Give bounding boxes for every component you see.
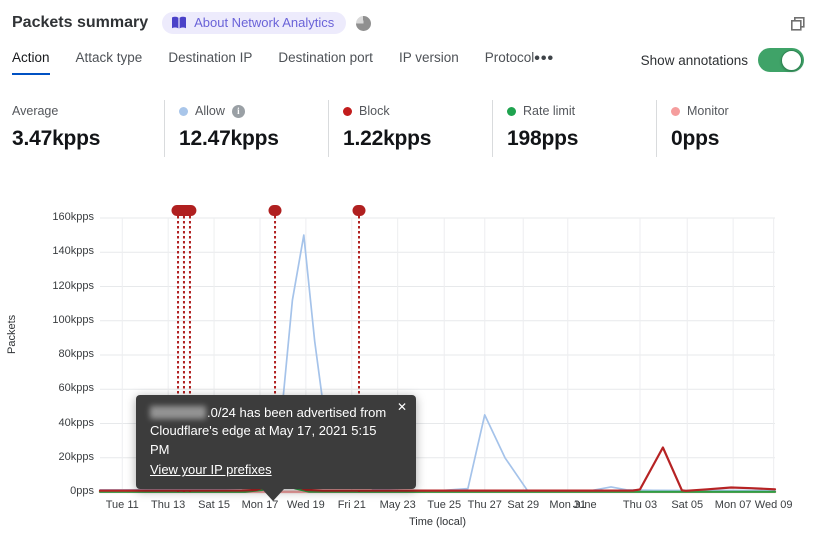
annotation-marker-icon[interactable] xyxy=(268,205,282,216)
x-tick-label: Tue 25 xyxy=(427,499,462,511)
page-title: Packets summary xyxy=(12,14,149,31)
x-tick-label: Thu 27 xyxy=(467,499,502,511)
x-axis-title: Time (local) xyxy=(408,516,467,528)
y-tick-label: 120kpps xyxy=(52,279,94,292)
annotation-marker-icon[interactable] xyxy=(171,205,197,216)
legend-dot-icon xyxy=(671,106,680,116)
y-tick-label: 140kpps xyxy=(52,245,94,258)
stat-label: Block xyxy=(359,104,390,118)
stat-value: 198pps xyxy=(507,127,579,150)
legend-dot-icon xyxy=(343,106,352,116)
show-annotations-control: Show annotations xyxy=(641,48,804,72)
x-tick-label: Wed 19 xyxy=(287,499,325,511)
tab-protocol[interactable]: Protocol xyxy=(485,50,535,75)
stat-label: Allow xyxy=(195,104,225,118)
x-tick-label: Fri 21 xyxy=(337,499,366,511)
y-tick-label: 0pps xyxy=(70,485,94,497)
annotation-tooltip: ✕ .0/24 has been advertised from Cloudfl… xyxy=(136,395,416,501)
stat-rate-limit: Rate limit 198pps xyxy=(492,100,656,157)
stat-value: 0pps xyxy=(671,127,720,150)
annotation-marker-icon[interactable] xyxy=(352,205,366,216)
legend-dot-icon xyxy=(507,106,516,116)
header: Packets summary About Network Analytics xyxy=(12,12,806,34)
x-tick-label: Sat 15 xyxy=(198,499,230,511)
stats-row: Average 3.47kpps Allow i 12.47kpps Block 1.22k… xyxy=(0,100,816,157)
y-tick-label: 160kpps xyxy=(52,211,94,223)
x-tick-label: May 23 xyxy=(379,499,416,511)
tabs-more-button[interactable]: ••• xyxy=(534,50,554,76)
info-icon[interactable]: i xyxy=(231,104,245,118)
stat-value: 12.47kpps xyxy=(179,127,279,150)
x-tick-label: Wed 09 xyxy=(754,499,793,511)
y-tick-label: 20kpps xyxy=(58,450,94,463)
y-tick-label: 80kpps xyxy=(58,348,94,360)
y-tick-label: 60kpps xyxy=(58,382,94,395)
x-tick-label: June xyxy=(572,499,597,511)
tabs-row: Action Attack type Destination IP Destinati… xyxy=(12,48,804,76)
stat-block: Block 1.22kpps xyxy=(328,100,492,157)
tooltip-arrow xyxy=(262,488,284,501)
y-tick-label: 100kpps xyxy=(52,313,94,326)
stat-label: Rate limit xyxy=(523,104,576,118)
tab-bar: Action Attack type Destination IP Destinati… xyxy=(12,50,534,75)
x-tick-label: Sat 29 xyxy=(507,499,540,511)
packets-chart: 160kpps 140kpps 120kpps 100kpps 80kpps 60kpps… xyxy=(0,190,816,542)
show-annotations-toggle[interactable] xyxy=(758,48,804,72)
x-tick-label: Thu 03 xyxy=(622,499,658,511)
toggle-knob xyxy=(781,49,802,71)
pie-chart-icon xyxy=(356,15,372,31)
tab-action[interactable]: Action xyxy=(12,50,50,75)
book-icon xyxy=(171,16,187,30)
x-tick-label: Thu 13 xyxy=(151,499,186,511)
expand-window-icon[interactable] xyxy=(790,16,806,32)
y-axis-title: Packets xyxy=(6,314,18,354)
show-annotations-label: Show annotations xyxy=(640,52,748,68)
redacted-ip-prefix xyxy=(150,406,206,419)
view-ip-prefixes-link[interactable]: View your IP prefixes xyxy=(150,461,272,479)
close-icon[interactable]: ✕ xyxy=(397,399,407,416)
badge-label: About Network Analytics xyxy=(194,15,335,30)
y-tick-label: 40kpps xyxy=(58,416,94,429)
tab-destination-port[interactable]: Destination port xyxy=(278,50,373,75)
tab-destination-ip[interactable]: Destination IP xyxy=(168,50,252,75)
stat-label: Monitor xyxy=(687,104,729,118)
tab-ip-version[interactable]: IP version xyxy=(399,50,459,75)
stat-value: 1.22kpps xyxy=(343,127,432,150)
stat-allow: Allow i 12.47kpps xyxy=(164,100,328,157)
stat-value: 3.47kpps xyxy=(12,127,101,150)
legend-dot-icon xyxy=(179,106,188,116)
about-network-analytics-badge[interactable]: About Network Analytics xyxy=(162,12,347,34)
x-tick-label: Mon 07 xyxy=(714,499,752,511)
stat-average: Average 3.47kpps xyxy=(0,100,164,157)
stat-monitor: Monitor 0pps xyxy=(656,100,806,157)
x-tick-label: Sat 05 xyxy=(671,499,704,511)
stat-label: Average xyxy=(12,104,59,118)
tab-attack-type[interactable]: Attack type xyxy=(76,50,143,75)
x-tick-label: Tue 11 xyxy=(105,499,139,511)
